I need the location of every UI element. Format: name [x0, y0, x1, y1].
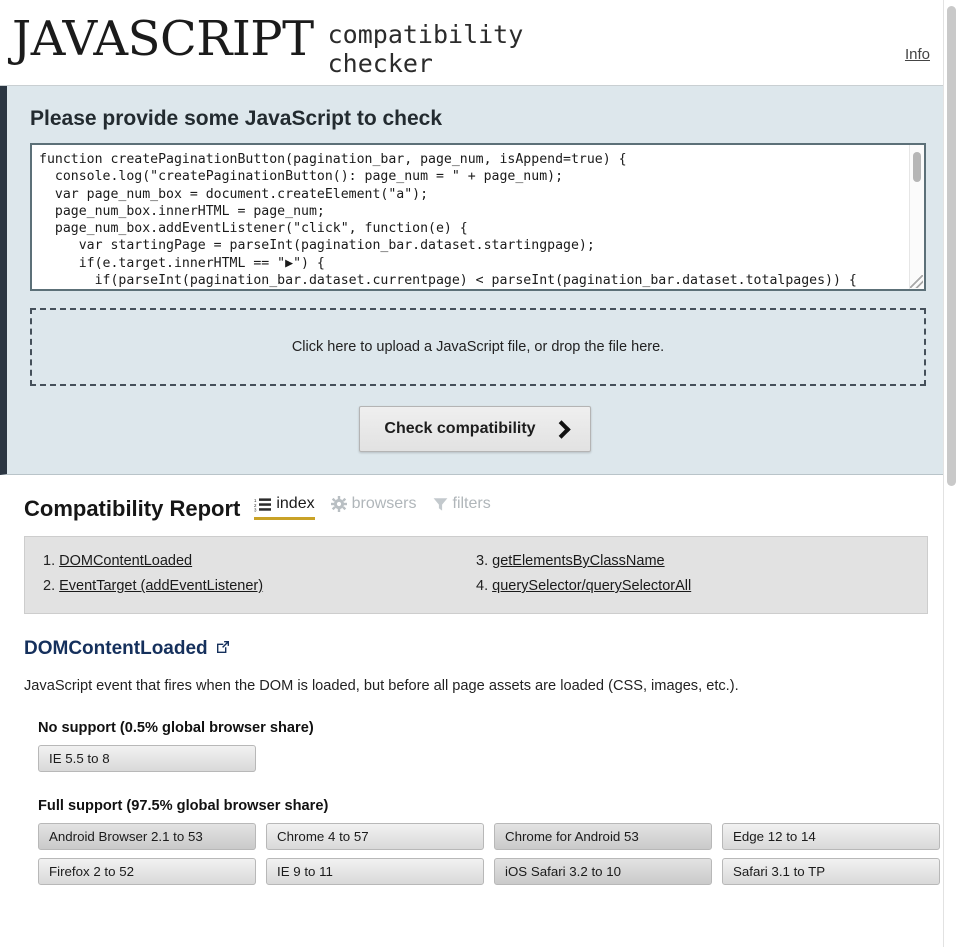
support-group-title: No support (0.5% global browser share) — [38, 720, 928, 736]
svg-text:3: 3 — [254, 507, 257, 511]
support-group-title: Full support (97.5% global browser share… — [38, 798, 928, 814]
index-item: 1. DOMContentLoaded — [43, 549, 476, 574]
index-item: 4. querySelector/querySelectorAll — [476, 574, 909, 599]
support-group-no-support: No support (0.5% global browser share) I… — [24, 720, 928, 772]
report-title: Compatibility Report — [24, 496, 240, 522]
tab-index-label: index — [276, 495, 314, 513]
page-root: JAVASCRIPT compatibility checker Info Pl… — [0, 0, 944, 947]
browser-chip[interactable]: Chrome 4 to 57 — [266, 823, 484, 850]
gear-icon — [331, 496, 347, 512]
index-item-link[interactable]: EventTarget (addEventListener) — [59, 578, 263, 594]
index-column-right: 3. getElementsByClassName 4. querySelect… — [476, 549, 909, 599]
window-scrollbar-thumb[interactable] — [947, 6, 956, 486]
browser-chip-grid: Android Browser 2.1 to 53 Chrome 4 to 57… — [38, 823, 928, 885]
index-column-left: 1. DOMContentLoaded 2. EventTarget (addE… — [43, 549, 476, 599]
browser-chip-grid: IE 5.5 to 8 — [38, 745, 928, 772]
check-button-row: Check compatibility — [22, 406, 928, 452]
support-group-full-support: Full support (97.5% global browser share… — [24, 798, 928, 885]
browser-chip[interactable]: IE 9 to 11 — [266, 858, 484, 885]
index-item-number: 4. — [476, 578, 488, 594]
index-item-number: 3. — [476, 553, 488, 569]
code-textarea-scrollbar-thumb[interactable] — [913, 152, 921, 182]
feature-detail: DOMContentLoaded JavaScript event that f… — [24, 638, 928, 885]
tab-index[interactable]: 1 2 3 index — [254, 495, 314, 520]
info-link[interactable]: Info — [905, 46, 930, 63]
tab-browsers-label: browsers — [352, 495, 417, 513]
feature-name: DOMContentLoaded — [24, 638, 208, 660]
chevron-right-icon — [555, 421, 568, 438]
browser-chip[interactable]: iOS Safari 3.2 to 10 — [494, 858, 712, 885]
report-header: Compatibility Report 1 2 3 index — [24, 495, 928, 522]
tab-browsers[interactable]: browsers — [331, 495, 417, 520]
check-compatibility-button[interactable]: Check compatibility — [359, 406, 590, 452]
report-tabs: 1 2 3 index — [254, 495, 490, 522]
external-link-icon[interactable] — [216, 638, 230, 660]
input-panel-title: Please provide some JavaScript to check — [30, 107, 928, 131]
code-textarea[interactable]: function createPaginationButton(paginati… — [30, 143, 926, 291]
check-compatibility-label: Check compatibility — [384, 420, 535, 438]
index-item: 2. EventTarget (addEventListener) — [43, 574, 476, 599]
funnel-icon — [433, 497, 448, 512]
browser-chip[interactable]: Safari 3.1 to TP — [722, 858, 940, 885]
app-header: JAVASCRIPT compatibility checker Info — [0, 0, 944, 86]
feature-description: JavaScript event that fires when the DOM… — [24, 678, 928, 694]
tab-filters[interactable]: filters — [433, 495, 491, 520]
file-dropzone[interactable]: Click here to upload a JavaScript file, … — [30, 308, 926, 386]
report-index-box: 1. DOMContentLoaded 2. EventTarget (addE… — [24, 536, 928, 614]
compatibility-report-section: Compatibility Report 1 2 3 index — [0, 475, 944, 895]
index-item-link[interactable]: DOMContentLoaded — [59, 553, 192, 569]
browser-chip[interactable]: Firefox 2 to 52 — [38, 858, 256, 885]
code-textarea-value: function createPaginationButton(paginati… — [32, 145, 924, 291]
index-item: 3. getElementsByClassName — [476, 549, 909, 574]
browser-chip[interactable]: Chrome for Android 53 — [494, 823, 712, 850]
js-input-panel: Please provide some JavaScript to check … — [0, 86, 944, 475]
app-logo: JAVASCRIPT compatibility checker — [12, 8, 523, 78]
file-dropzone-label: Click here to upload a JavaScript file, … — [292, 339, 664, 355]
resize-handle-icon[interactable] — [910, 275, 923, 288]
index-item-link[interactable]: getElementsByClassName — [492, 553, 664, 569]
logo-sub-line-1: compatibility — [328, 20, 524, 49]
feature-title: DOMContentLoaded — [24, 638, 928, 660]
index-item-link[interactable]: querySelector/querySelectorAll — [492, 578, 691, 594]
logo-primary-text: JAVASCRIPT — [12, 8, 314, 70]
browser-chip[interactable]: Android Browser 2.1 to 53 — [38, 823, 256, 850]
index-item-number: 2. — [43, 578, 55, 594]
tab-filters-label: filters — [453, 495, 491, 513]
index-item-number: 1. — [43, 553, 55, 569]
numbered-list-icon: 1 2 3 — [254, 497, 271, 512]
window-scrollbar[interactable] — [943, 0, 959, 947]
browser-chip[interactable]: IE 5.5 to 8 — [38, 745, 256, 772]
code-textarea-scrollbar[interactable] — [909, 145, 924, 289]
browser-chip[interactable]: Edge 12 to 14 — [722, 823, 940, 850]
logo-sub-line-2: checker — [328, 49, 433, 78]
logo-secondary-text: compatibility checker — [328, 20, 524, 78]
